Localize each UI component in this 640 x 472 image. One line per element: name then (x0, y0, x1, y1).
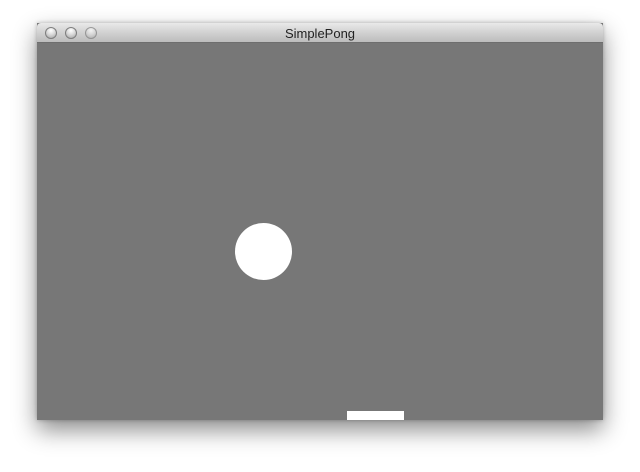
ball (235, 223, 292, 280)
paddle[interactable] (347, 411, 404, 420)
game-court[interactable] (37, 43, 603, 420)
title-bar[interactable]: SimplePong (37, 23, 603, 43)
app-window: SimplePong (37, 23, 603, 420)
window-title: SimplePong (284, 26, 356, 41)
